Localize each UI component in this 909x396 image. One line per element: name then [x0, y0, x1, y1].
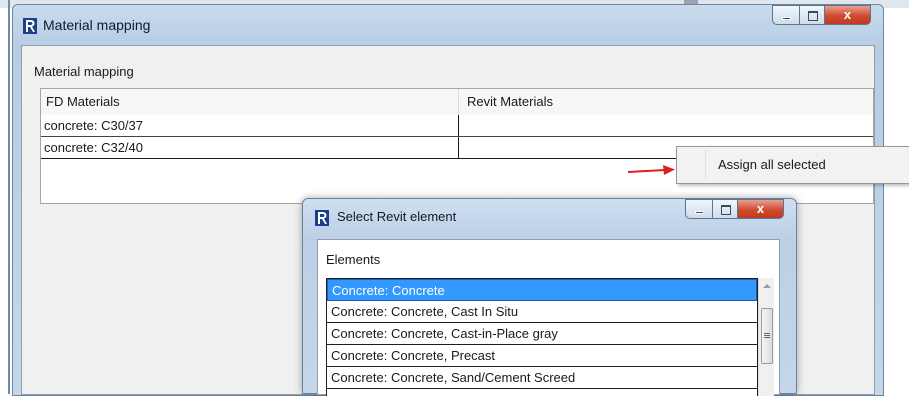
dialog-body: Elements Concrete: Concrete Concrete: Co…	[317, 239, 780, 396]
select-revit-element-dialog: Select Revit element x Elements Concrete…	[302, 198, 797, 396]
list-item[interactable]: Concrete: Concrete, Cast-in-Place gray	[327, 323, 757, 345]
maximize-icon	[808, 11, 818, 21]
revit-app-icon	[315, 210, 329, 226]
list-item[interactable]: Concrete: Concrete, Cast In Situ	[327, 301, 757, 323]
elements-header: Elements	[326, 252, 381, 267]
vertical-scrollbar[interactable]	[758, 278, 774, 396]
revit-app-icon	[23, 18, 37, 34]
revit-material-cell[interactable]	[459, 115, 873, 136]
dialog-minimize-button[interactable]	[685, 199, 712, 219]
list-item[interactable]: Concrete: Concrete, Sand/Cement Screed	[327, 367, 757, 389]
window-title: Material mapping	[43, 17, 151, 33]
close-icon: x	[843, 7, 852, 22]
close-icon: x	[756, 201, 765, 216]
caption-buttons: x	[772, 5, 871, 27]
grid-header: FD Materials Revit Materials	[41, 89, 873, 116]
minimize-icon	[782, 17, 791, 20]
close-button[interactable]: x	[825, 5, 871, 25]
list-item-selected[interactable]: Concrete: Concrete	[327, 279, 757, 301]
minimize-icon	[695, 211, 704, 214]
maximize-icon	[721, 205, 731, 215]
dialog-caption-buttons: x	[685, 199, 784, 219]
dialog-maximize-button[interactable]	[712, 199, 738, 219]
menu-icon-gutter	[705, 150, 706, 180]
red-arrow-icon	[627, 165, 675, 175]
column-header-fd-materials[interactable]: FD Materials	[41, 89, 459, 115]
section-label: Material mapping	[34, 64, 134, 79]
grip-icon	[764, 333, 770, 334]
dialog-close-button[interactable]: x	[738, 199, 784, 219]
menu-item-assign-all-selected[interactable]: Assign all selected	[718, 157, 826, 172]
maximize-button[interactable]	[799, 5, 825, 25]
column-header-revit-materials[interactable]: Revit Materials	[459, 89, 873, 115]
elements-list[interactable]: Concrete: Concrete Concrete: Concrete, C…	[326, 278, 758, 396]
titlebar[interactable]: Material mapping x	[13, 5, 883, 45]
table-row[interactable]: concrete: C30/37	[41, 115, 873, 137]
scrollbar-thumb[interactable]	[761, 308, 773, 364]
minimize-button[interactable]	[772, 5, 799, 25]
fd-material-cell[interactable]: concrete: C30/37	[41, 115, 459, 136]
scroll-up-arrow-icon[interactable]	[763, 284, 771, 288]
dialog-title: Select Revit element	[337, 209, 457, 224]
context-menu: Assign all selected	[676, 146, 909, 184]
desktop-edge	[8, 0, 10, 394]
fd-material-cell[interactable]: concrete: C32/40	[41, 137, 459, 158]
list-item[interactable]: Concrete: Concrete, Precast	[327, 345, 757, 367]
